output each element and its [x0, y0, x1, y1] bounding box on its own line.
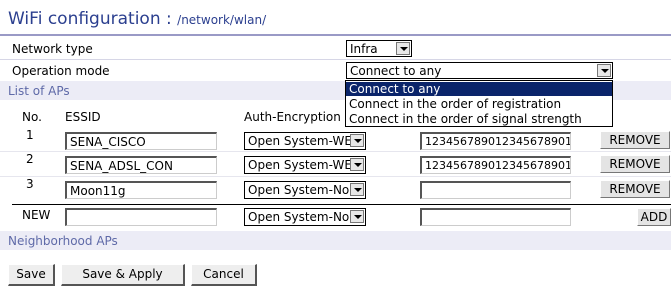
divider	[0, 176, 671, 177]
section-title: Neighborhood APs	[8, 234, 118, 248]
new-essid-input[interactable]	[65, 208, 217, 226]
key-input[interactable]: 12345678901234567890112	[420, 132, 571, 150]
save-apply-button[interactable]: Save & Apply	[61, 264, 185, 286]
cancel-button[interactable]: Cancel	[191, 264, 257, 286]
row-number: 1	[26, 128, 34, 142]
breadcrumb-sep: /	[262, 13, 267, 27]
auth-value: Open System-WEP	[248, 134, 360, 148]
key-input[interactable]: 12345678901234567890112	[420, 156, 571, 174]
key-input[interactable]	[420, 181, 571, 199]
operation-mode-select[interactable]: Connect to any	[346, 62, 613, 79]
divider	[12, 204, 671, 205]
auth-value: Open System-WEP	[248, 158, 360, 172]
section-title: List of APs	[8, 84, 70, 98]
row-number: 2	[26, 152, 34, 166]
network-type-select[interactable]: Infra	[346, 40, 412, 57]
column-header-auth: Auth-Encryption	[244, 110, 341, 124]
operation-mode-label: Operation mode	[12, 64, 110, 78]
operation-mode-option-any[interactable]: Connect to any	[346, 82, 612, 96]
essid-input[interactable]: SENA_CISCO	[65, 132, 217, 150]
page-title: WiFi configuration : /network/wlan/	[8, 9, 266, 29]
chevron-down-icon[interactable]	[396, 42, 410, 55]
chevron-down-icon[interactable]	[597, 64, 611, 77]
auth-value: Open System-None	[248, 210, 365, 224]
chevron-down-icon[interactable]	[350, 210, 364, 223]
title-separator: :	[160, 9, 178, 29]
essid-input[interactable]: Moon11g	[65, 181, 217, 199]
operation-mode-option-signal[interactable]: Connect in the order of signal strength	[346, 112, 612, 126]
neighborhood-aps-section: Neighborhood APs	[0, 231, 671, 250]
page-title-text: WiFi configuration	[8, 9, 161, 29]
remove-button[interactable]: REMOVE	[600, 180, 670, 198]
operation-mode-dropdown-list: Connect to any Connect in the order of r…	[345, 80, 613, 127]
essid-value: Moon11g	[70, 184, 126, 198]
column-header-no: No.	[22, 110, 42, 124]
breadcrumb-wlan-link[interactable]: wlan	[234, 13, 262, 27]
key-value: 12345678901234567890112	[425, 159, 571, 172]
new-key-input[interactable]	[420, 208, 571, 226]
row-number: 3	[26, 177, 34, 191]
operation-mode-value: Connect to any	[350, 64, 442, 78]
essid-value: SENA_ADSL_CON	[70, 159, 173, 173]
divider	[0, 59, 671, 60]
key-value: 12345678901234567890112	[425, 135, 571, 148]
operation-mode-option-registration[interactable]: Connect in the order of registration	[346, 97, 612, 111]
network-type-value: Infra	[350, 42, 378, 56]
breadcrumb-network-link[interactable]: network	[181, 13, 230, 27]
chevron-down-icon[interactable]	[350, 158, 364, 171]
auth-encryption-select[interactable]: Open System-WEP	[244, 132, 366, 150]
new-row-label: NEW	[22, 208, 51, 222]
column-header-essid: ESSID	[65, 110, 101, 124]
save-button[interactable]: Save	[8, 264, 55, 286]
divider	[0, 151, 671, 152]
auth-value: Open System-None	[248, 183, 365, 197]
network-type-label: Network type	[12, 42, 93, 56]
essid-value: SENA_CISCO	[70, 135, 146, 149]
chevron-down-icon[interactable]	[350, 134, 364, 147]
auth-encryption-select[interactable]: Open System-None	[244, 181, 366, 199]
add-button[interactable]: ADD	[637, 208, 671, 226]
remove-button[interactable]: REMOVE	[600, 131, 670, 149]
chevron-down-icon[interactable]	[350, 183, 364, 196]
remove-button[interactable]: REMOVE	[600, 155, 670, 173]
breadcrumb: /network/wlan/	[177, 13, 266, 27]
auth-encryption-select[interactable]: Open System-WEP	[244, 156, 366, 174]
page-header: WiFi configuration : /network/wlan/	[0, 0, 671, 36]
essid-input[interactable]: SENA_ADSL_CON	[65, 156, 217, 174]
new-auth-encryption-select[interactable]: Open System-None	[244, 208, 366, 226]
